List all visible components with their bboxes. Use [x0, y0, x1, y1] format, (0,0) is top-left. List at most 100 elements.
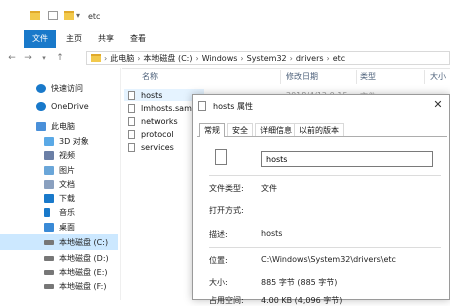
sidebar-item-drive-c[interactable]: 本地磁盘 (C:) [0, 234, 118, 250]
file-icon [198, 101, 206, 111]
desktop-icon [44, 222, 54, 232]
column-divider[interactable] [280, 70, 281, 84]
tab-share[interactable]: 共享 [90, 30, 122, 48]
sidebar-item-desktop[interactable]: 桌面 [0, 219, 118, 235]
close-icon[interactable]: ✕ [431, 98, 445, 112]
sidebar-item-label: 本地磁盘 (C:) [59, 237, 109, 247]
size-on-disk-value: 4.00 KB (4,096 字节) [261, 296, 343, 305]
sidebar-item-quick-access[interactable]: 快速访问 [0, 80, 118, 96]
sidebar-item-drive-f[interactable]: 本地磁盘 (F:) [0, 278, 118, 294]
cube-icon [44, 136, 54, 146]
tab-previous-versions[interactable]: 以前的版本 [294, 123, 344, 137]
navigation-bar: ← → ▾ ↑ › 此电脑 › 本地磁盘 (C:) › Windows › Sy… [0, 48, 450, 69]
tab-general[interactable]: 常规 [199, 123, 225, 137]
breadcrumb-drive-c[interactable]: 本地磁盘 (C:) [143, 53, 192, 64]
drive-icon [44, 269, 54, 275]
document-icon [44, 179, 54, 189]
forward-arrow-icon[interactable]: → [22, 52, 34, 64]
tab-security[interactable]: 安全 [227, 123, 253, 137]
file-name-field[interactable] [261, 151, 433, 167]
sidebar-item-label: 文档 [59, 179, 75, 189]
drive-icon [44, 239, 54, 245]
description-value: hosts [261, 229, 283, 238]
folder-icon [91, 54, 101, 62]
file-name: hosts [141, 90, 163, 100]
sidebar-item-label: 音乐 [59, 207, 75, 217]
breadcrumb-separator: › [137, 53, 141, 63]
computer-icon [36, 121, 46, 131]
location-value: C:\Windows\System32\drivers\etc [261, 255, 396, 264]
file-icon [128, 142, 135, 152]
up-arrow-icon[interactable]: ↑ [54, 52, 66, 64]
column-header-type[interactable]: 类型 [360, 71, 376, 82]
cloud-icon [36, 101, 46, 111]
dialog-title: hosts 属性 [213, 102, 253, 111]
file-name: services [141, 142, 174, 152]
tab-details[interactable]: 详细信息 [255, 123, 297, 137]
sidebar-item-label: 本地磁盘 (F:) [59, 281, 107, 291]
sidebar-item-this-pc[interactable]: 此电脑 [0, 118, 118, 134]
tab-file[interactable]: 文件 [24, 30, 56, 48]
size-value: 885 字节 (885 字节) [261, 278, 338, 287]
sidebar-item-label: 图片 [59, 165, 75, 175]
sidebar-item-label: 下载 [59, 193, 75, 203]
tab-home[interactable]: 主页 [58, 30, 90, 48]
column-header-name[interactable]: 名称 [142, 71, 158, 82]
dialog-title-bar[interactable]: hosts 属性 ✕ [193, 95, 449, 115]
tab-view[interactable]: 查看 [122, 30, 154, 48]
breadcrumb-separator: › [326, 53, 330, 63]
file-type-label: 文件类型: [209, 184, 244, 193]
music-icon [44, 207, 50, 217]
file-icon [128, 116, 135, 126]
file-name: networks [141, 116, 178, 126]
divider [209, 247, 441, 248]
sidebar-item-music[interactable]: 音乐 [0, 204, 118, 220]
breadcrumb-this-pc[interactable]: 此电脑 [110, 53, 134, 64]
size-on-disk-label: 占用空间: [209, 296, 244, 305]
address-bar[interactable]: › 此电脑 › 本地磁盘 (C:) › Windows › System32 ›… [86, 51, 450, 65]
properties-dialog: hosts 属性 ✕ 常规 安全 详细信息 以前的版本 文件类型: 文件 打开方… [192, 94, 450, 305]
title-bar: ▾ etc [0, 0, 450, 30]
column-header-size[interactable]: 大小 [430, 71, 446, 82]
new-folder-icon[interactable] [64, 11, 74, 20]
size-label: 大小: [209, 278, 228, 287]
sidebar-item-label: 桌面 [59, 222, 75, 232]
breadcrumb-separator: › [240, 53, 244, 63]
ribbon-tabs: 文件 主页 共享 查看 [0, 30, 450, 49]
sidebar-item-label: 本地磁盘 (D:) [59, 253, 109, 263]
description-label: 描述: [209, 230, 228, 239]
sidebar-item-onedrive[interactable]: OneDrive [0, 98, 118, 114]
sidebar-item-label: OneDrive [51, 101, 89, 111]
back-arrow-icon[interactable]: ← [6, 52, 18, 64]
folder-icon [30, 11, 40, 20]
file-icon [128, 129, 135, 139]
pane-divider[interactable] [120, 68, 121, 300]
dialog-body: 文件类型: 文件 打开方式: 描述: hosts 位置: C:\Windows\… [197, 136, 447, 305]
recent-chevron-icon[interactable]: ▾ [38, 52, 50, 64]
file-name: protocol [141, 129, 174, 139]
column-divider[interactable] [356, 70, 357, 84]
column-header-date[interactable]: 修改日期 [286, 71, 318, 82]
video-icon [44, 150, 54, 160]
breadcrumb-windows[interactable]: Windows [202, 54, 238, 63]
properties-icon[interactable] [48, 11, 58, 20]
location-label: 位置: [209, 256, 228, 265]
file-icon [215, 149, 227, 165]
download-icon [44, 193, 54, 203]
navigation-pane: 快速访问 OneDrive 此电脑 3D 对象 视频 图片 文档 下载 音乐 桌… [0, 68, 122, 300]
divider [209, 175, 441, 176]
breadcrumb-drivers[interactable]: drivers [296, 54, 324, 63]
sidebar-item-label: 此电脑 [51, 121, 75, 131]
column-divider[interactable] [424, 70, 425, 84]
file-name: lmhosts.sam [141, 103, 192, 113]
sidebar-item-label: 快速访问 [51, 83, 83, 93]
sidebar-item-label: 本地磁盘 (E:) [59, 267, 108, 277]
breadcrumb-system32[interactable]: System32 [247, 54, 287, 63]
file-icon [128, 103, 135, 113]
customize-chevron-icon[interactable]: ▾ [76, 11, 86, 20]
sidebar-item-label: 视频 [59, 150, 75, 160]
sidebar-item-videos[interactable]: 视频 [0, 147, 118, 163]
breadcrumb-etc[interactable]: etc [333, 54, 345, 63]
drive-icon [44, 255, 54, 261]
open-with-label: 打开方式: [209, 206, 244, 215]
